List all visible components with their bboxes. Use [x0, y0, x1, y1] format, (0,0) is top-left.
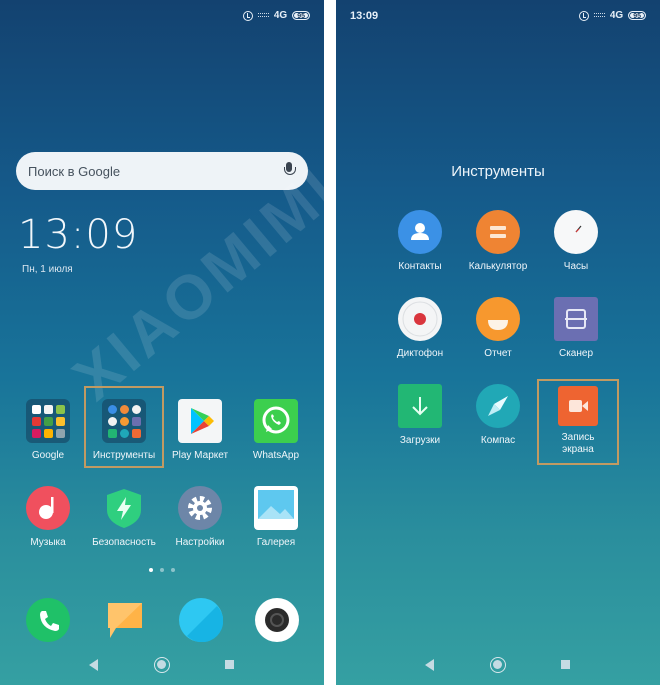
app-label: Музыка	[30, 537, 66, 548]
app-label: Диктофон	[396, 348, 444, 359]
app-gallery[interactable]: Галерея	[237, 486, 315, 549]
camera-icon[interactable]	[255, 598, 299, 642]
downloads-icon	[398, 384, 442, 428]
feedback-icon	[476, 297, 520, 341]
status-bar: 4G 95	[0, 10, 324, 26]
app-label: Часы	[563, 261, 589, 272]
scanner-icon	[554, 297, 598, 341]
home-screen: 4G 95 Поиск в Google 13:09 Пн, 1 июля XI…	[0, 0, 324, 685]
recorder-icon	[398, 297, 442, 341]
app-screen-recorder[interactable]: Запись экрана	[539, 386, 617, 456]
messages-icon[interactable]	[103, 598, 147, 642]
app-label: Калькулятор	[468, 261, 528, 272]
navigation-bar	[0, 654, 324, 676]
contacts-icon	[398, 210, 442, 254]
alarm-icon	[578, 10, 589, 21]
app-recorder[interactable]: Диктофон	[381, 297, 459, 360]
battery-indicator: 95	[628, 11, 646, 20]
app-label-line1: Запись	[561, 432, 595, 443]
signal-icon	[593, 13, 605, 18]
back-icon[interactable]	[89, 659, 98, 671]
clock-widget[interactable]: 13:09	[18, 212, 138, 258]
play-store-icon	[178, 399, 222, 443]
folder-title[interactable]: Инструменты	[336, 163, 660, 180]
app-label: Настройки	[175, 537, 225, 548]
app-label: Google	[31, 450, 65, 461]
calculator-icon	[476, 210, 520, 254]
network-type: 4G	[273, 10, 288, 21]
tools-folder-screen: 13:09 4G 95 Инструменты Контакты Калькул…	[336, 0, 660, 685]
page-dot-3[interactable]	[171, 568, 175, 572]
home-icon[interactable]	[490, 657, 506, 673]
app-label: Компас	[480, 435, 516, 446]
browser-icon[interactable]	[179, 598, 224, 643]
app-tools-folder[interactable]: Инструменты	[85, 399, 163, 462]
signal-icon	[257, 13, 269, 18]
app-contacts[interactable]: Контакты	[381, 210, 459, 273]
date-label: Пн, 1 июля	[22, 264, 73, 275]
app-downloads[interactable]: Загрузки	[381, 384, 459, 447]
network-type: 4G	[609, 10, 624, 21]
navigation-bar	[336, 654, 660, 676]
home-icon[interactable]	[154, 657, 170, 673]
google-folder-icon	[26, 399, 70, 443]
page-indicator[interactable]	[0, 568, 324, 572]
google-search-bar[interactable]: Поиск в Google	[16, 152, 308, 190]
alarm-icon	[242, 10, 253, 21]
search-placeholder[interactable]: Поиск в Google	[28, 164, 282, 179]
page-dot-1[interactable]	[149, 568, 153, 572]
app-label: Инструменты	[92, 450, 156, 461]
back-icon[interactable]	[425, 659, 434, 671]
app-label: Play Маркет	[171, 450, 229, 461]
gallery-icon	[254, 486, 298, 530]
microphone-icon[interactable]	[282, 161, 296, 181]
compass-icon	[476, 384, 520, 428]
tools-folder-icon	[102, 399, 146, 443]
app-label: Галерея	[256, 537, 296, 548]
app-label: Загрузки	[399, 435, 441, 446]
status-icons: 4G 95	[578, 10, 646, 21]
screen-recorder-icon	[558, 386, 598, 426]
app-scanner[interactable]: Сканер	[537, 297, 615, 360]
watermark: XIAOMIMI	[60, 154, 324, 414]
app-music[interactable]: Музыка	[9, 486, 87, 549]
music-icon	[26, 486, 70, 530]
app-feedback[interactable]: Отчет	[459, 297, 537, 360]
app-calculator[interactable]: Калькулятор	[459, 210, 537, 273]
app-compass[interactable]: Компас	[459, 384, 537, 447]
dock	[0, 598, 324, 644]
app-settings[interactable]: Настройки	[161, 486, 239, 549]
app-security[interactable]: Безопасность	[85, 486, 163, 549]
app-clock[interactable]: Часы	[537, 210, 615, 273]
settings-icon	[178, 486, 222, 530]
app-play-store[interactable]: Play Маркет	[161, 399, 239, 462]
security-icon	[102, 486, 146, 530]
phone-icon[interactable]	[26, 598, 70, 642]
app-google-folder[interactable]: Google	[9, 399, 87, 462]
app-label: Безопасность	[92, 537, 156, 548]
page-dot-2[interactable]	[160, 568, 164, 572]
recents-icon[interactable]	[225, 660, 234, 669]
recents-icon[interactable]	[561, 660, 570, 669]
app-label: Сканер	[558, 348, 594, 359]
app-label: Контакты	[398, 261, 442, 272]
whatsapp-icon	[254, 399, 298, 443]
app-label-line2: экрана	[562, 444, 594, 455]
clock-icon	[554, 210, 598, 254]
app-whatsapp[interactable]: WhatsApp	[237, 399, 315, 462]
status-bar: 13:09 4G 95	[336, 10, 660, 26]
status-icons: 4G 95	[242, 10, 310, 21]
app-label: Отчет	[484, 348, 512, 359]
status-time: 13:09	[350, 10, 379, 22]
battery-indicator: 95	[292, 11, 310, 20]
app-label: WhatsApp	[252, 450, 300, 461]
